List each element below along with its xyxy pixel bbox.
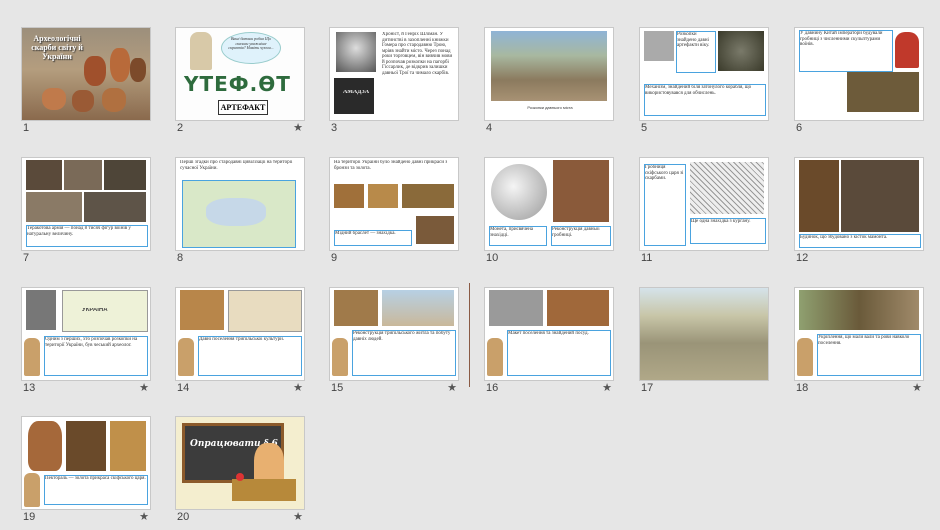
- slide-thumbnail-10[interactable]: Монета, присвячена знахідці. Реконструкц…: [484, 157, 614, 267]
- slide-thumbnail-7[interactable]: Теракотова армія — понад 8 тисяч фігур в…: [21, 157, 151, 267]
- slide-thumbnail-3[interactable]: АМАДЗА Хроніст, й Генріх Шліман. У дитин…: [329, 27, 459, 137]
- ruins-photo: [491, 31, 607, 101]
- insertion-cursor: [469, 283, 470, 387]
- slide-thumbnail-16[interactable]: Макет поселення та знайдений посуд. 16 ★: [484, 287, 614, 397]
- coin-image: [491, 164, 547, 220]
- animation-star-icon[interactable]: ★: [293, 381, 303, 394]
- animation-star-icon[interactable]: ★: [139, 381, 149, 394]
- animation-star-icon[interactable]: ★: [912, 381, 922, 394]
- slide-thumbnail-12[interactable]: Будинок, що збудовано з кісток мамонта. …: [794, 157, 924, 267]
- animation-star-icon[interactable]: ★: [602, 381, 612, 394]
- slide-thumbnail-20[interactable]: Опрацювати § 6 20 ★: [175, 416, 305, 526]
- slide-thumbnail-1[interactable]: Археологічні скарби світу й України 1: [21, 27, 151, 137]
- slide-thumbnail-6[interactable]: У давнину Китай імператори будували гроб…: [794, 27, 924, 137]
- slide-thumbnail-2[interactable]: Ваші батьки робив Що сказали уважніше ск…: [175, 27, 305, 137]
- book-cover-image: [334, 78, 374, 114]
- slide-thumbnail-15[interactable]: Реконструкція трипільського житла та поб…: [329, 287, 459, 397]
- slide-thumbnail-9[interactable]: На території України було знайдено давні…: [329, 157, 459, 267]
- slide-sorter: Археологічні скарби світу й України 1 Ва…: [0, 0, 940, 530]
- slide-thumbnail-5[interactable]: Розкопки знайдено давні артефакти віку. …: [639, 27, 769, 137]
- aerial-photo: [640, 288, 768, 380]
- portrait-image: [336, 32, 376, 72]
- animation-star-icon[interactable]: ★: [293, 510, 303, 523]
- slide-thumbnail-11[interactable]: Гробниця скіфського царя зі скарбами. Ще…: [639, 157, 769, 267]
- slide-thumbnail-19[interactable]: Пектораль — золота прикраса скіфського ц…: [21, 416, 151, 526]
- animation-star-icon[interactable]: ★: [293, 121, 303, 134]
- slide-thumbnail-8[interactable]: Перші згадки про стародавні цивілізації …: [175, 157, 305, 267]
- statue-image: [190, 32, 212, 70]
- decorated-word: ҮТЕФ.ӨТ: [184, 72, 291, 96]
- animation-star-icon[interactable]: ★: [139, 510, 149, 523]
- slide-thumbnail-13[interactable]: УКРАЇНА Одним з перших, хто розпочав роз…: [21, 287, 151, 397]
- portrait-image: [644, 31, 674, 61]
- slide-title: Археологічні скарби світу й України: [31, 34, 83, 61]
- slide-thumbnail-4[interactable]: Розкопки давнього міста 4: [484, 27, 614, 137]
- mechanism-image: [718, 31, 764, 71]
- slide-thumbnail-18[interactable]: Укріплення, що мали вали та рови навколо…: [794, 287, 924, 397]
- slide-thumbnail-14[interactable]: Давні поселення трипільської культури. 1…: [175, 287, 305, 397]
- artifact-label: АРТЕФАКТ: [218, 100, 268, 115]
- drawing-image: [690, 162, 764, 214]
- desk-image: [232, 479, 296, 501]
- slide-thumbnail-17[interactable]: 17: [639, 287, 769, 397]
- portrait-image: [26, 290, 56, 330]
- character-image: [895, 32, 919, 68]
- animation-star-icon[interactable]: ★: [447, 381, 457, 394]
- slide-number: 1: [23, 122, 30, 134]
- statue-photo: [847, 72, 919, 112]
